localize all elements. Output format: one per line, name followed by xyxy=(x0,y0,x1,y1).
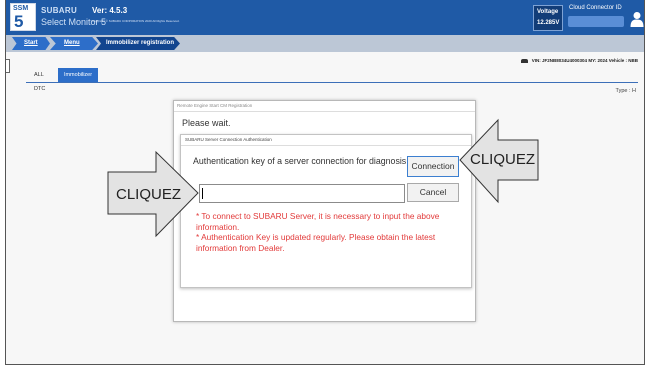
cancel-button[interactable]: Cancel xyxy=(407,183,459,202)
breadcrumb: Start Menu Immobilizer registration xyxy=(6,35,644,52)
logo-small-text: SSM xyxy=(13,5,29,12)
cloud-connector-label: Cloud Connector ID xyxy=(569,5,622,11)
voltage-label: Voltage xyxy=(537,9,559,15)
app-window: SSM 5 SUBARU Select Monitor 5 Ver: 4.5.3… xyxy=(5,0,645,365)
server-auth-dialog: SUBARU Server Connection Authentication … xyxy=(180,134,472,288)
tab-underline xyxy=(26,82,638,83)
copyright-text: Copyright © SUBARU CORPORATION 2020 All … xyxy=(92,19,180,23)
breadcrumb-menu[interactable]: Menu xyxy=(50,37,98,50)
breadcrumb-start[interactable]: Start xyxy=(12,37,50,50)
title-bar: SSM 5 SUBARU Select Monitor 5 Ver: 4.5.3… xyxy=(6,0,644,35)
tab-immobilizer[interactable]: Immobilizer xyxy=(58,68,98,82)
side-panel-handle[interactable] xyxy=(6,59,10,73)
cloud-connector-id-field[interactable] xyxy=(568,16,624,27)
auth-notes: * To connect to SUBARU Server, it is nec… xyxy=(196,211,466,253)
auth-key-input[interactable] xyxy=(199,184,405,203)
vehicle-info-text: VIN: JF2NB8034U4000304 MY: 2024 Vehicle … xyxy=(531,58,638,63)
note-2-line-2: information from Dealer. xyxy=(196,242,285,253)
tab-all-dtc[interactable]: ALL DTC xyxy=(34,68,45,92)
voltage-indicator: Voltage 12.285V xyxy=(533,5,563,31)
divider xyxy=(181,145,471,146)
left-callout-text: CLIQUEZ xyxy=(116,186,182,203)
voltage-value: 12.285V xyxy=(537,20,560,26)
user-icon[interactable] xyxy=(630,11,644,27)
text-caret xyxy=(202,188,203,199)
divider xyxy=(174,111,475,112)
right-callout-text: CLIQUEZ xyxy=(470,151,536,168)
note-1-line-1: * To connect to SUBARU Server, it is nec… xyxy=(196,211,440,221)
type-label: Type : H xyxy=(615,88,636,94)
please-wait-message: Please wait. xyxy=(182,118,231,128)
note-2-line-1: * Authentication Key is updated regularl… xyxy=(196,232,436,243)
registration-dialog-title: Remote Engine Start CM Registration xyxy=(177,103,253,108)
car-icon xyxy=(520,58,528,63)
breadcrumb-current: Immobilizer registration xyxy=(96,37,180,50)
brand-name: SUBARU xyxy=(41,6,78,15)
connection-button[interactable]: Connection xyxy=(407,156,459,177)
vehicle-info: VIN: JF2NB8034U4000304 MY: 2024 Vehicle … xyxy=(520,58,638,63)
logo-big-text: 5 xyxy=(14,12,24,31)
note-1-line-2: information. xyxy=(196,221,240,232)
auth-key-label: Authentication key of a server connectio… xyxy=(193,156,407,166)
server-auth-dialog-title: SUBARU Server Connection Authentication xyxy=(185,137,272,142)
version-label: Ver: 4.5.3 xyxy=(92,6,128,15)
subaru-logo: SSM 5 xyxy=(10,3,36,31)
